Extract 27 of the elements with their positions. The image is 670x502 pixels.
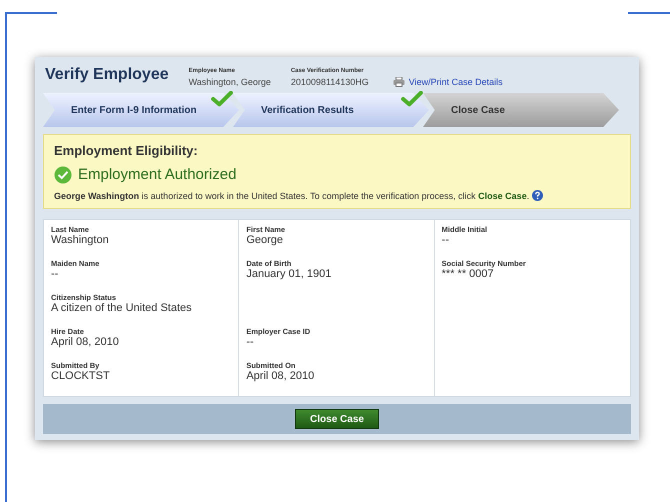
field-value: April 08, 2010 xyxy=(246,370,316,384)
help-icon[interactable] xyxy=(532,190,544,201)
field-value: -- xyxy=(246,336,255,350)
view-print-link[interactable]: View/Print Case Details xyxy=(408,76,503,89)
printer-icon xyxy=(392,77,405,88)
field-value: April 08, 2010 xyxy=(51,336,120,350)
eligibility-heading: Employment Eligibility: xyxy=(54,142,199,160)
check-circle-icon xyxy=(54,166,72,184)
field-value: -- xyxy=(442,234,450,248)
field-value: *** ** 0007 xyxy=(442,268,495,282)
field-value: January 01, 1901 xyxy=(246,268,332,282)
page-title: Verify Employee xyxy=(45,65,169,85)
field-value: -- xyxy=(51,268,60,282)
check-icon xyxy=(401,91,423,107)
step-tab[interactable]: Enter Form I-9 Information xyxy=(43,93,239,127)
close-case-button[interactable]: Close Case xyxy=(295,409,379,430)
step-tab[interactable]: Close Case xyxy=(423,93,619,127)
eligibility-message: George Washington is authorized to work in the United States. To complete the verification process, click Close Case. xyxy=(54,191,530,201)
field-value: 2010098114130HG xyxy=(290,76,369,88)
field-value: CLOCKTST xyxy=(51,370,111,384)
field-value: Washington xyxy=(51,234,110,248)
field-value: Washington, George xyxy=(188,76,271,89)
step-tab[interactable]: Verification Results xyxy=(233,93,429,127)
field-value: A citizen of the United States xyxy=(51,302,193,316)
field-value: George xyxy=(246,234,284,248)
check-icon xyxy=(211,91,233,107)
eligibility-status: Employment Authorized xyxy=(78,164,236,184)
